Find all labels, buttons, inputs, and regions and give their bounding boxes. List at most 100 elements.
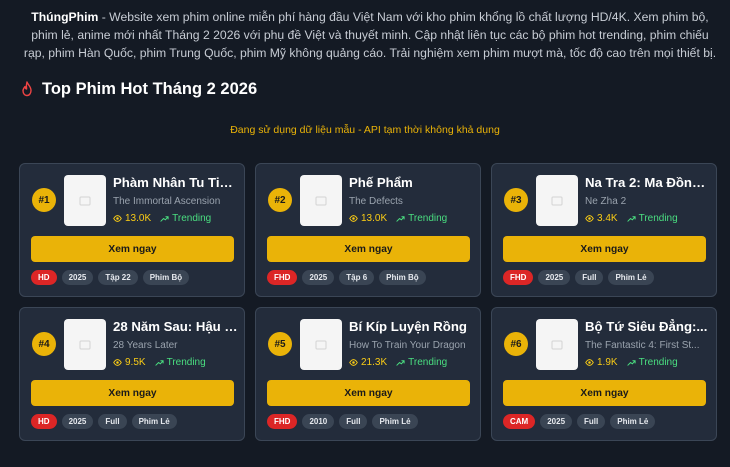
episode-badge: Full (98, 414, 127, 429)
year-badge: 2010 (302, 414, 335, 429)
brand-name: ThúngPhim (31, 10, 99, 24)
movie-original-title: 28 Years Later (113, 340, 178, 351)
watch-now-button[interactable]: Xem ngay (503, 236, 706, 262)
image-placeholder-icon (79, 196, 91, 205)
watch-now-button[interactable]: Xem ngay (267, 380, 470, 406)
movie-stats: 3.4K Trending (585, 213, 678, 224)
section-title: Top Phim Hot Tháng 2 2026 (42, 79, 258, 98)
movie-title[interactable]: Na Tra 2: Ma Đồng... (585, 175, 710, 190)
watch-now-button[interactable]: Xem ngay (31, 236, 234, 262)
movie-stats: 13.0K Trending (349, 213, 447, 224)
view-count-value: 21.3K (361, 357, 388, 368)
movie-poster[interactable] (64, 175, 106, 226)
movie-card[interactable]: #1 Phàm Nhân Tu Tiên... The Immortal Asc… (19, 163, 245, 297)
trending-indicator: Trending (154, 357, 206, 368)
episode-badge: Full (339, 414, 368, 429)
trending-indicator: Trending (160, 213, 211, 224)
movie-card[interactable]: #2 Phế Phẩm The Defects 13.0K Trending X… (255, 163, 481, 297)
trending-indicator: Trending (626, 357, 678, 368)
eye-icon (585, 215, 594, 222)
trending-indicator: Trending (396, 357, 447, 368)
movie-poster[interactable] (64, 319, 106, 370)
view-count-value: 1.9K (597, 357, 618, 368)
year-badge: 2025 (61, 270, 94, 285)
movie-card[interactable]: #4 28 Năm Sau: Hậu T... 28 Years Later 9… (19, 307, 245, 441)
movie-original-title: How To Train Your Dragon (349, 340, 466, 351)
movie-tags: FHD 2010 Full Phim Lẻ (267, 414, 418, 429)
rank-badge: #4 (32, 332, 56, 356)
episode-badge: Full (577, 414, 606, 429)
watch-now-button[interactable]: Xem ngay (503, 380, 706, 406)
movie-stats: 9.5K Trending (113, 357, 206, 368)
rank-badge: #3 (504, 188, 528, 212)
type-badge: Phim Lẻ (610, 414, 656, 429)
eye-icon (349, 359, 358, 366)
year-badge: 2025 (61, 414, 94, 429)
trending-label: Trending (172, 213, 212, 224)
type-badge: Phim Lẻ (131, 414, 177, 429)
type-badge: Phim Bộ (379, 270, 426, 285)
movie-tags: CAM 2025 Full Phim Lẻ (503, 414, 656, 429)
image-placeholder-icon (551, 340, 563, 349)
movie-card[interactable]: #6 Bộ Tứ Siêu Đẳng:... The Fantastic 4: … (491, 307, 717, 441)
trending-up-icon (626, 360, 636, 366)
trending-label: Trending (408, 213, 448, 224)
movie-card[interactable]: #5 Bí Kíp Luyện Rồng How To Train Your D… (255, 307, 481, 441)
movie-tags: FHD 2025 Full Phim Lẻ (503, 270, 654, 285)
quality-badge: CAM (503, 414, 536, 429)
rank-badge: #1 (32, 188, 56, 212)
image-placeholder-icon (315, 340, 327, 349)
type-badge: Phim Bộ (142, 270, 190, 285)
view-count: 13.0K (113, 213, 151, 224)
movie-stats: 21.3K Trending (349, 357, 447, 368)
movie-title[interactable]: 28 Năm Sau: Hậu T... (113, 319, 238, 334)
sample-data-notice: Đang sử dụng dữ liệu mẫu - API tạm thời … (230, 124, 500, 136)
view-count: 13.0K (349, 213, 387, 224)
watch-now-button[interactable]: Xem ngay (31, 380, 234, 406)
movie-stats: 1.9K Trending (585, 357, 678, 368)
intro-text: - Website xem phim online miễn phí hàng … (23, 10, 717, 60)
movie-title[interactable]: Bộ Tứ Siêu Đẳng:... (585, 319, 710, 334)
image-placeholder-icon (551, 196, 563, 205)
trending-indicator: Trending (396, 213, 447, 224)
movie-original-title: Ne Zha 2 (585, 196, 627, 207)
year-badge: 2025 (302, 270, 335, 285)
quality-badge: FHD (267, 270, 298, 285)
quality-badge: FHD (503, 270, 534, 285)
movie-poster[interactable] (300, 175, 342, 226)
image-placeholder-icon (315, 196, 327, 205)
view-count-value: 13.0K (125, 213, 152, 224)
type-badge: Phim Lẻ (608, 270, 654, 285)
movie-title[interactable]: Bí Kíp Luyện Rồng (349, 319, 474, 334)
view-count: 21.3K (349, 357, 387, 368)
movie-poster[interactable] (300, 319, 342, 370)
movie-original-title: The Defects (349, 196, 403, 207)
rank-badge: #2 (268, 188, 292, 212)
trending-label: Trending (638, 213, 678, 224)
trending-up-icon (396, 360, 405, 366)
quality-badge: FHD (267, 414, 298, 429)
view-count: 3.4K (585, 213, 618, 224)
eye-icon (113, 359, 122, 366)
movie-poster[interactable] (536, 319, 578, 370)
trending-label: Trending (166, 357, 206, 368)
movie-title[interactable]: Phế Phẩm (349, 175, 474, 190)
eye-icon (585, 359, 594, 366)
episode-badge: Tập 22 (98, 270, 138, 285)
section-header: Top Phim Hot Tháng 2 2026 (20, 78, 257, 100)
image-placeholder-icon (79, 340, 91, 349)
view-count-value: 13.0K (361, 213, 388, 224)
trending-up-icon (154, 360, 164, 366)
movie-original-title: The Immortal Ascension (113, 196, 221, 207)
movie-card[interactable]: #3 Na Tra 2: Ma Đồng... Ne Zha 2 3.4K Tr… (491, 163, 717, 297)
flame-icon (22, 81, 32, 97)
trending-label: Trending (408, 357, 448, 368)
episode-badge: Full (575, 270, 604, 285)
movie-poster[interactable] (536, 175, 578, 226)
quality-badge: HD (31, 414, 57, 429)
trending-up-icon (626, 216, 636, 222)
type-badge: Phim Lẻ (372, 414, 418, 429)
movie-title[interactable]: Phàm Nhân Tu Tiên... (113, 175, 238, 190)
watch-now-button[interactable]: Xem ngay (267, 236, 470, 262)
view-count: 9.5K (113, 357, 146, 368)
